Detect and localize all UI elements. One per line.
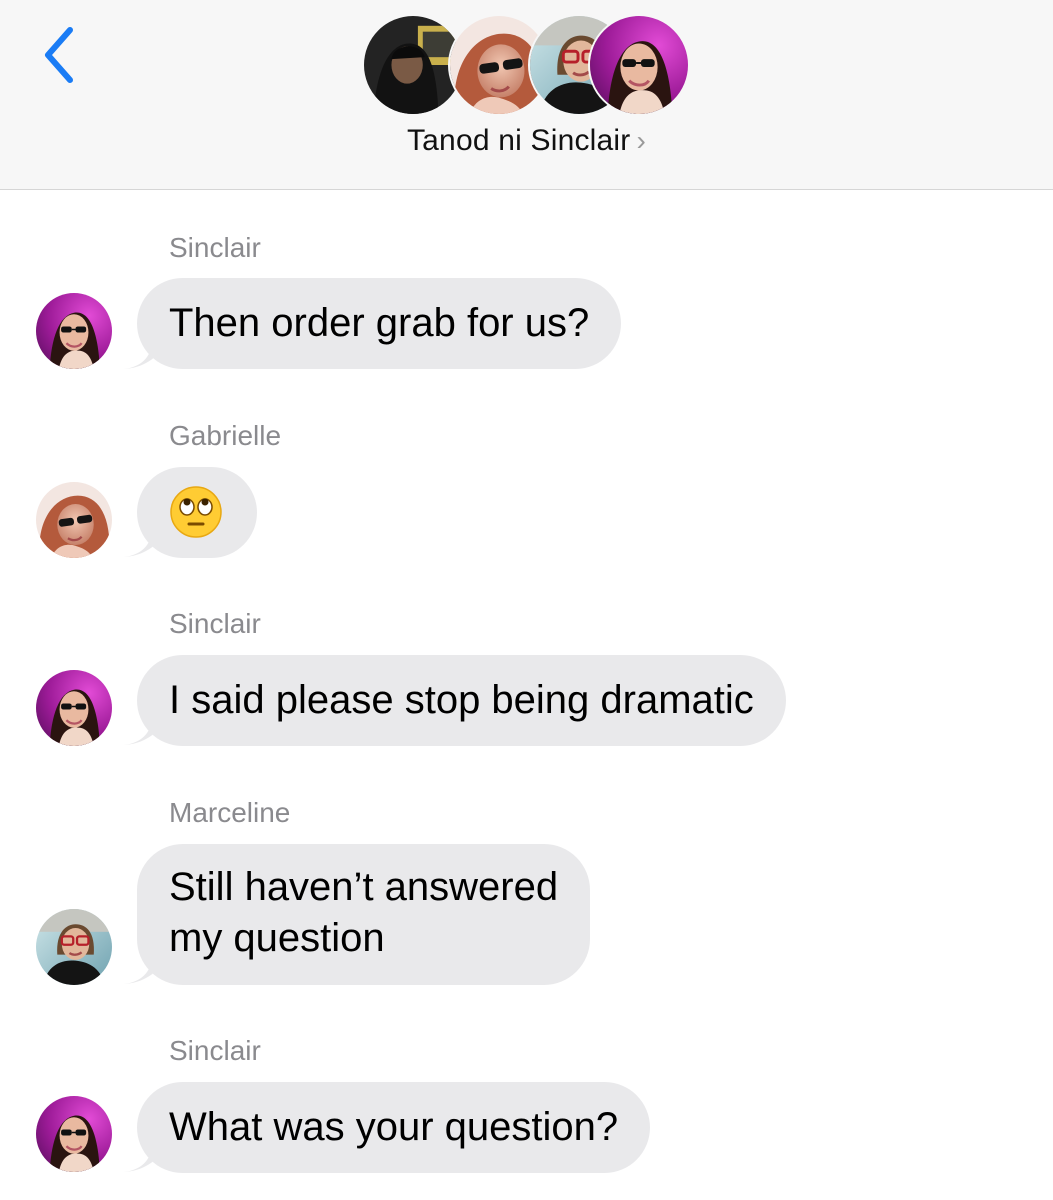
- group-name-button[interactable]: Tanod ni Sinclair ›: [0, 124, 1053, 158]
- sender-name: Marceline: [169, 797, 291, 828]
- group-avatar-stack[interactable]: [362, 14, 692, 118]
- chevron-left-icon: [45, 27, 73, 83]
- avatar[interactable]: [36, 482, 112, 558]
- message-bubble[interactable]: Still haven’t answered my question: [137, 844, 591, 985]
- chevron-right-icon: ›: [636, 125, 647, 156]
- message-text: I said please stop being dramatic: [169, 678, 754, 722]
- avatar[interactable]: [36, 909, 112, 985]
- message-text-line: my question: [169, 916, 385, 960]
- message-bubble[interactable]: Then order grab for us?: [137, 278, 622, 369]
- avatar[interactable]: [36, 1096, 112, 1172]
- message-bubble[interactable]: I said please stop being dramatic: [137, 655, 786, 746]
- message-text-line: Still haven’t answered: [169, 865, 559, 909]
- message-bubble[interactable]: What was your question?: [137, 1082, 651, 1173]
- back-button[interactable]: [38, 24, 82, 86]
- message-bubble[interactable]: [137, 467, 257, 558]
- sender-name: Gabrielle: [169, 420, 282, 451]
- sender-name: Sinclair: [169, 232, 261, 263]
- message-text: What was your question?: [169, 1105, 619, 1149]
- group-name: Tanod ni Sinclair: [406, 124, 631, 157]
- sender-name: Sinclair: [169, 1035, 261, 1066]
- face-with-rolling-eyes-icon: [170, 486, 222, 539]
- avatar[interactable]: [36, 670, 112, 746]
- message-text: Then order grab for us?: [169, 301, 590, 345]
- group-member-avatar: [588, 14, 690, 116]
- sender-name: Sinclair: [169, 608, 261, 639]
- avatar[interactable]: [36, 293, 112, 369]
- chat-header: Tanod ni Sinclair ›: [0, 0, 1053, 190]
